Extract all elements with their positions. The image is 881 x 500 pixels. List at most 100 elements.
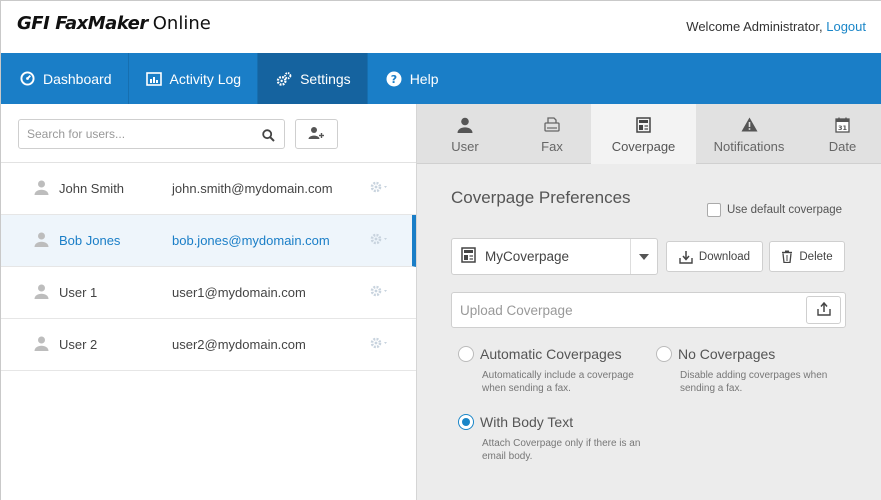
upload-coverpage-input[interactable]: [452, 293, 792, 327]
delete-button[interactable]: Delete: [769, 241, 845, 272]
user-icon: [34, 336, 49, 354]
radio-button[interactable]: [458, 346, 474, 362]
automatic-coverpages-radio[interactable]: Automatic Coverpages: [458, 346, 657, 362]
user-icon: [34, 284, 49, 302]
download-icon: [679, 250, 693, 264]
automatic-coverpages-option: Automatic Coverpages Automatically inclu…: [458, 346, 657, 395]
use-default-coverpage-checkbox[interactable]: Use default coverpage: [707, 203, 842, 217]
tab-label: Date: [828, 138, 857, 154]
app-logo: GFI FaxMaker Online: [17, 13, 211, 34]
selected-coverpage: MyCoverpage: [485, 249, 570, 264]
svg-text:?: ?: [390, 73, 396, 86]
coverpage-icon: [636, 115, 651, 135]
with-body-text-option: With Body Text Attach Coverpage only if …: [458, 414, 652, 463]
user-row-bob-jones[interactable]: Bob Jones bob.jones@mydomain.com: [1, 215, 416, 267]
trash-icon: [781, 250, 793, 263]
download-label: Download: [698, 250, 751, 263]
user-row-user-1[interactable]: User 1 user1@mydomain.com: [1, 267, 416, 319]
user-settings-icon[interactable]: [370, 181, 390, 193]
tab-label: User: [451, 138, 479, 154]
download-button[interactable]: Download: [666, 241, 763, 272]
user-email: user2@mydomain.com: [172, 337, 306, 352]
nav-label-activity-log: Activity Log: [169, 70, 242, 87]
logout-link[interactable]: Logout: [826, 19, 866, 34]
no-coverpages-label: No Coverpages: [678, 346, 776, 362]
add-user-button[interactable]: [295, 119, 338, 149]
tab-fax[interactable]: Fax: [513, 104, 591, 164]
tab-label: Coverpage: [611, 138, 676, 154]
activity-log-icon: [145, 71, 162, 87]
logo-online: Online: [152, 13, 211, 34]
user-name: Bob Jones: [59, 233, 121, 248]
user-search-input[interactable]: [19, 120, 249, 148]
user-search: [18, 119, 285, 149]
user-name: User 2: [59, 337, 98, 352]
nav-label-help: Help: [409, 70, 439, 87]
tab-user[interactable]: User: [417, 104, 513, 164]
user-row-user-2[interactable]: User 2 user2@mydomain.com: [1, 319, 416, 371]
no-coverpages-option: No Coverpages Disable adding coverpages …: [656, 346, 855, 395]
app-header: GFI FaxMaker Online Welcome Administrato…: [1, 1, 881, 53]
user-settings-icon[interactable]: [370, 285, 390, 297]
user-row-john-smith[interactable]: John Smith john.smith@mydomain.com: [1, 163, 416, 215]
logo-faxmaker: FaxMaker: [55, 13, 148, 34]
logo-gfi: GFI: [17, 13, 50, 34]
use-default-coverpage-label: Use default coverpage: [727, 204, 843, 216]
radio-button[interactable]: [656, 346, 672, 362]
upload-coverpage-field: [451, 292, 846, 328]
automatic-coverpages-label: Automatic Coverpages: [480, 346, 622, 362]
no-coverpages-radio[interactable]: No Coverpages: [656, 346, 855, 362]
automatic-coverpages-description: Automatically include a coverpage when s…: [482, 370, 634, 394]
tab-label: Fax: [541, 138, 563, 154]
user-name: John Smith: [59, 181, 125, 196]
nav-item-help[interactable]: ? Help: [368, 53, 455, 104]
add-user-icon: [308, 125, 325, 144]
welcome-message: Welcome Administrator, Logout: [686, 19, 866, 34]
nav-label-dashboard: Dashboard: [43, 70, 112, 87]
delete-label: Delete: [799, 250, 833, 263]
chevron-down-icon[interactable]: [630, 239, 657, 274]
upload-button[interactable]: [806, 296, 841, 324]
no-coverpages-description: Disable adding coverpages when sending a…: [680, 370, 828, 394]
tab-label: Notifications: [713, 138, 785, 154]
user-settings-icon[interactable]: [370, 233, 390, 245]
user-email: john.smith@mydomain.com: [172, 181, 333, 196]
coverpage-select[interactable]: MyCoverpage: [451, 238, 658, 275]
nav-label-settings: Settings: [300, 70, 351, 87]
coverpage-icon: [461, 246, 476, 267]
user-email: bob.jones@mydomain.com: [172, 233, 330, 248]
user-icon: [34, 180, 49, 198]
main-nav: Dashboard Activity Log Settings ? Help: [1, 53, 881, 104]
nav-item-activity-log[interactable]: Activity Log: [129, 53, 259, 104]
with-body-text-label: With Body Text: [480, 414, 574, 430]
tab-date[interactable]: 31 Date: [802, 104, 881, 164]
gears-icon: [276, 71, 292, 87]
tab-coverpage[interactable]: Coverpage: [591, 104, 696, 164]
settings-panel: User Fax Coverpage Notifications 31 Date: [416, 104, 881, 500]
dashboard-icon: [19, 71, 35, 87]
fax-icon: [544, 115, 560, 135]
user-icon: [457, 115, 473, 135]
welcome-text: Welcome Administrator,: [686, 19, 823, 34]
radio-button[interactable]: [458, 414, 474, 430]
settings-tabs: User Fax Coverpage Notifications 31 Date: [417, 104, 881, 164]
nav-item-dashboard[interactable]: Dashboard: [1, 53, 129, 104]
coverpage-preferences-title: Coverpage Preferences: [451, 188, 631, 207]
user-list: John Smith john.smith@mydomain.com Bob J…: [1, 162, 416, 371]
user-name: User 1: [59, 285, 98, 300]
users-panel: John Smith john.smith@mydomain.com Bob J…: [1, 104, 416, 500]
search-icon[interactable]: [262, 127, 275, 146]
calendar-day-number: 31: [838, 124, 848, 132]
with-body-text-description: Attach Coverpage only if there is an ema…: [482, 438, 641, 462]
user-email: user1@mydomain.com: [172, 285, 306, 300]
checkbox-box[interactable]: [707, 203, 721, 217]
user-settings-icon[interactable]: [370, 337, 390, 349]
tab-notifications[interactable]: Notifications: [696, 104, 802, 164]
upload-icon: [816, 301, 831, 320]
calendar-icon: 31: [835, 115, 850, 135]
help-icon: ?: [386, 71, 402, 87]
nav-item-settings[interactable]: Settings: [258, 53, 368, 104]
with-body-text-radio[interactable]: With Body Text: [458, 414, 652, 430]
warning-icon: [741, 115, 758, 135]
app-frame: GFI FaxMaker Online Welcome Administrato…: [0, 0, 881, 500]
